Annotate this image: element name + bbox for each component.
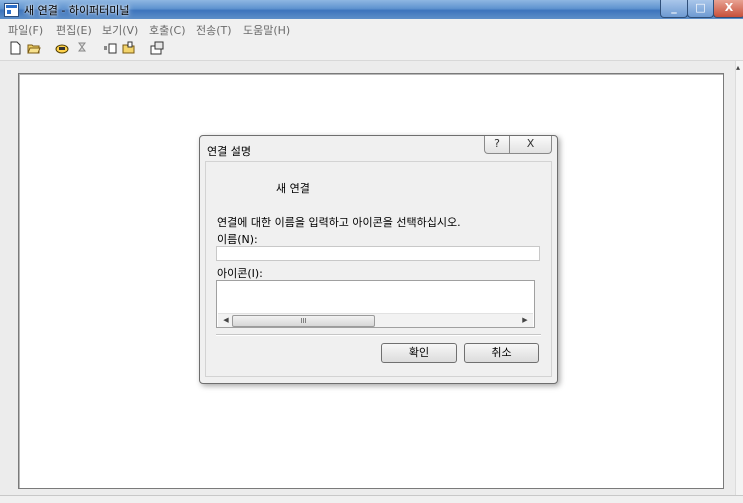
maximize-button[interactable]: □ [687, 0, 714, 18]
receive-icon[interactable] [122, 41, 136, 55]
minimize-button[interactable]: _ [660, 0, 688, 18]
instruction-text: 연결에 대한 이름을 입력하고 아이콘을 선택하십시오. [217, 216, 461, 229]
dialog-title: 연결 설명 [207, 145, 251, 158]
menu-view[interactable]: 보기(V) [102, 22, 138, 38]
menu-transfer[interactable]: 전송(T) [196, 22, 232, 38]
close-button[interactable]: X [713, 0, 743, 18]
window-title: 새 연결 - 하이퍼터미널 [24, 4, 130, 17]
name-input[interactable] [216, 246, 540, 261]
scroll-left-icon[interactable]: ◀ [220, 315, 232, 326]
connection-description-dialog: 연결 설명 ? X 새 연결 연결에 대한 이름을 입력하고 아이콘을 선택하십… [199, 135, 558, 384]
hyperterminal-icon[interactable] [4, 3, 19, 17]
ok-button[interactable]: 확인 [381, 343, 457, 363]
menu-bar: 파일(F) 편집(E) 보기(V) 호출(C) 전송(T) 도움말(H) [0, 19, 743, 39]
scroll-right-icon[interactable]: ▶ [519, 315, 531, 326]
menu-edit[interactable]: 편집(E) [56, 22, 92, 38]
icon-list[interactable]: ◀ III ▶ [216, 280, 535, 328]
name-label: 이름(N): [217, 233, 258, 246]
new-icon[interactable] [8, 41, 22, 55]
menu-call[interactable]: 호출(C) [149, 22, 186, 38]
toolbar [0, 38, 743, 61]
properties-icon[interactable] [150, 41, 164, 55]
dialog-body: 새 연결 연결에 대한 이름을 입력하고 아이콘을 선택하십시오. 이름(N):… [205, 161, 552, 377]
menu-file[interactable]: 파일(F) [8, 22, 43, 38]
send-icon[interactable] [103, 41, 117, 55]
connection-name-heading: 새 연결 [276, 182, 310, 195]
disconnect-icon[interactable] [75, 41, 89, 55]
connect-icon[interactable] [55, 41, 69, 55]
cancel-button[interactable]: 취소 [464, 343, 539, 363]
menu-help[interactable]: 도움말(H) [243, 22, 290, 38]
separator [216, 334, 541, 336]
title-bar[interactable]: 새 연결 - 하이퍼터미널 _ □ X [0, 0, 743, 19]
dialog-close-button[interactable]: X [509, 136, 552, 154]
icon-list-scrollbar[interactable]: ◀ III ▶ [218, 313, 533, 327]
vertical-scrollbar[interactable] [735, 61, 743, 502]
help-button[interactable]: ? [484, 136, 510, 154]
scroll-thumb[interactable]: III [232, 315, 375, 327]
open-icon[interactable] [27, 41, 41, 55]
icon-label: 아이콘(I): [217, 267, 263, 280]
